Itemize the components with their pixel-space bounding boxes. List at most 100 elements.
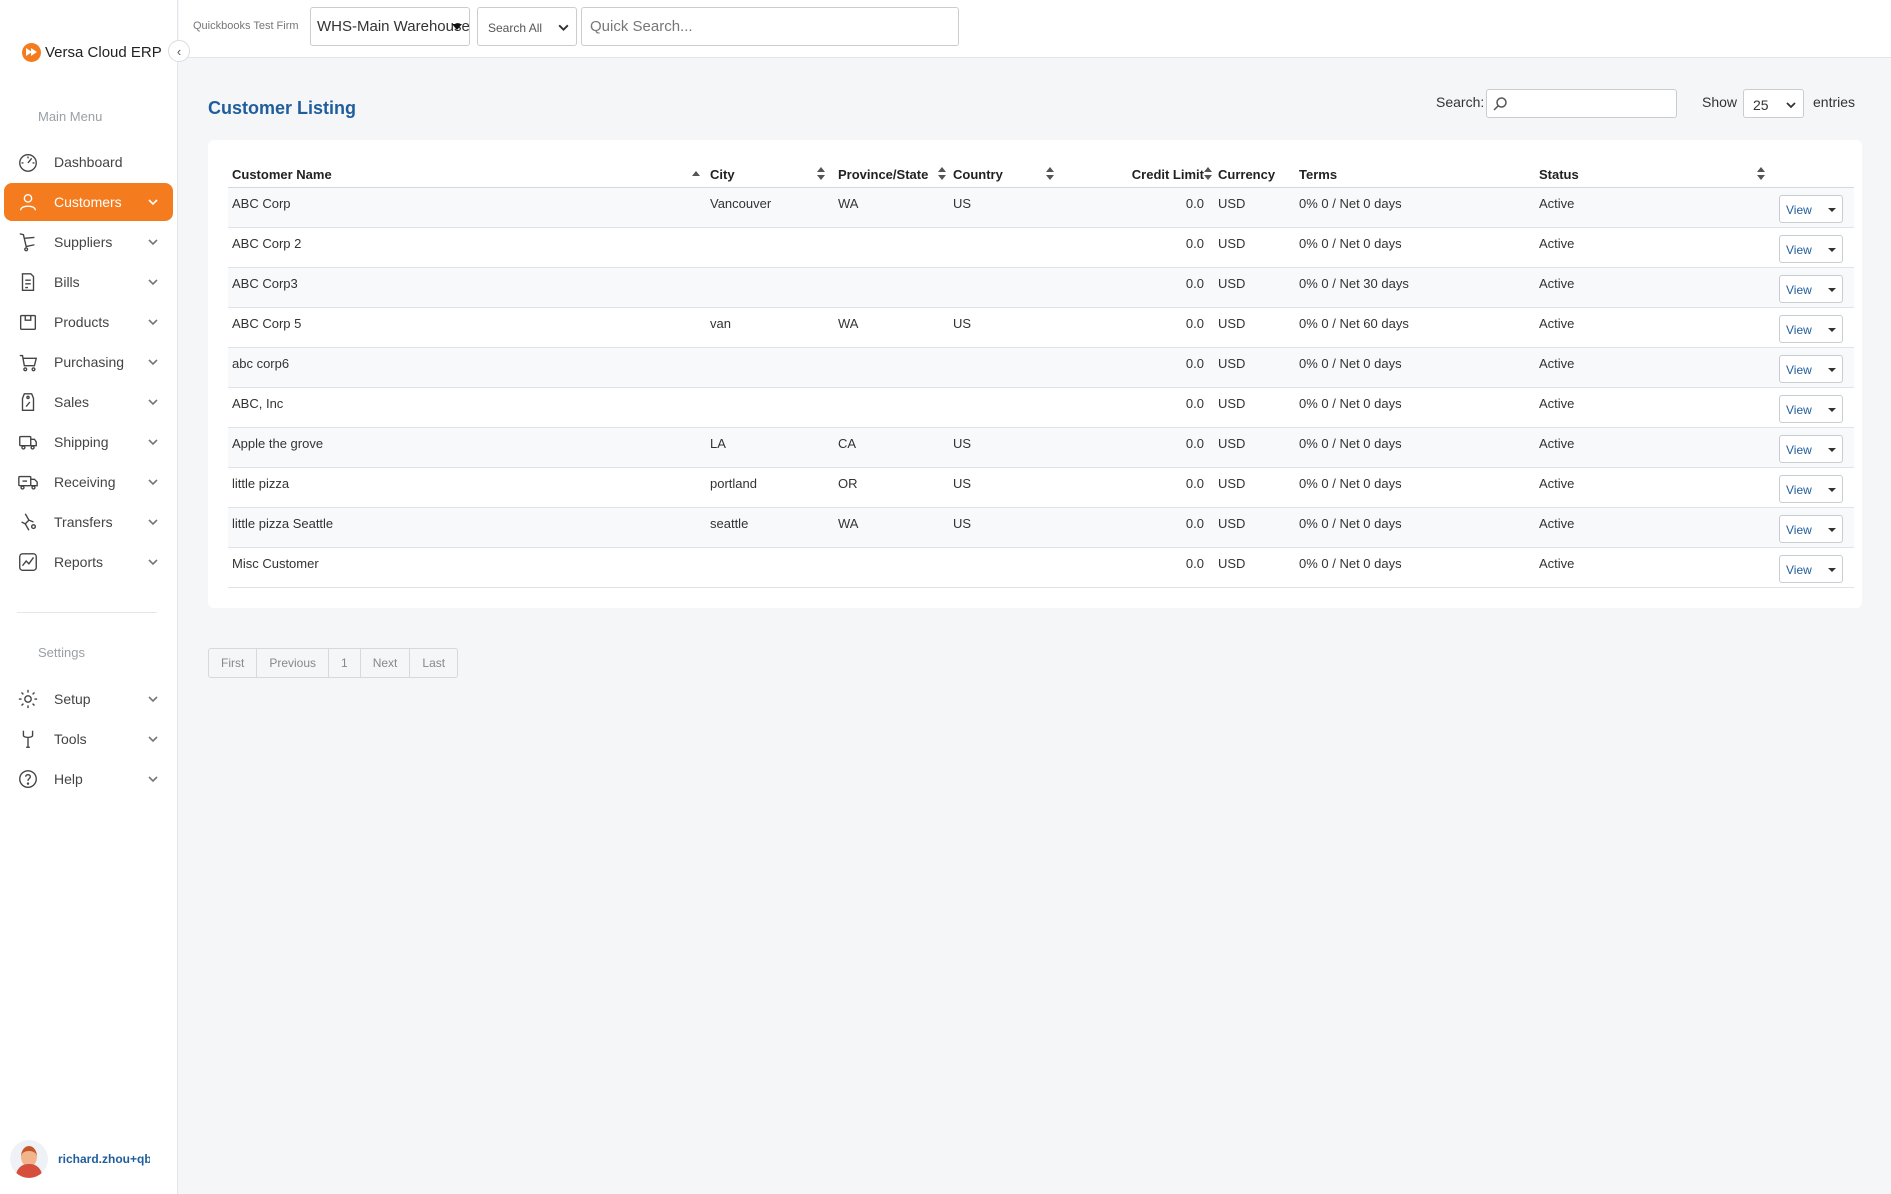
caret-down-icon[interactable] — [1820, 356, 1842, 382]
column-header-credit-limit[interactable]: Credit Limit — [1049, 162, 1214, 188]
chevron-down-icon[interactable] — [147, 515, 159, 527]
sidebar-item-label: Setup — [54, 691, 91, 707]
status-cell: Active — [1535, 547, 1775, 588]
chevron-down-icon[interactable] — [147, 475, 159, 487]
view-button[interactable]: View — [1780, 476, 1820, 502]
column-header-currency[interactable]: Currency — [1214, 162, 1295, 188]
chevron-down-icon[interactable] — [147, 435, 159, 447]
sort-icon — [938, 167, 946, 181]
actions-cell: View — [1775, 467, 1854, 508]
view-button[interactable]: View — [1780, 236, 1820, 262]
chevron-down-icon[interactable] — [147, 355, 159, 367]
pagination-first-button[interactable]: First — [209, 649, 258, 677]
table-row[interactable]: Misc Customer 0.0 USD 0% 0 / Net 0 days Acti… — [228, 547, 1854, 588]
province-state-cell: OR — [834, 467, 949, 508]
table-row[interactable]: abc corp6 0.0 USD 0% 0 / Net 0 days Active Vi… — [228, 347, 1854, 388]
currency-cell: USD — [1214, 427, 1295, 468]
sidebar-item-bills[interactable]: Bills — [4, 263, 173, 301]
quick-search-input[interactable] — [581, 7, 959, 46]
sidebar-item-setup[interactable]: Setup — [4, 680, 173, 718]
chevron-down-icon[interactable] — [147, 235, 159, 247]
province-state-cell — [834, 347, 949, 388]
caret-down-icon[interactable] — [1820, 556, 1842, 582]
sidebar-item-receiving[interactable]: Receiving — [4, 463, 173, 501]
view-button[interactable]: View — [1780, 356, 1820, 382]
city-cell — [706, 387, 834, 428]
caret-down-icon[interactable] — [1820, 516, 1842, 542]
chevron-down-icon[interactable] — [147, 395, 159, 407]
chevron-down-icon[interactable] — [147, 555, 159, 567]
credit-limit-cell: 0.0 — [1049, 267, 1214, 308]
chevron-down-icon[interactable] — [147, 692, 159, 704]
pagination-page-1[interactable]: 1 — [329, 649, 361, 677]
pagination-previous-button[interactable]: Previous — [257, 649, 330, 677]
chevron-down-icon[interactable] — [147, 275, 159, 287]
view-button[interactable]: View — [1780, 556, 1820, 582]
customer-name-cell: little pizza Seattle — [228, 507, 706, 548]
sort-icon — [1204, 167, 1212, 181]
chevron-down-icon[interactable] — [147, 195, 159, 207]
column-label: Status — [1539, 166, 1579, 182]
view-button[interactable]: View — [1780, 196, 1820, 222]
caret-down-icon[interactable] — [1820, 236, 1842, 262]
view-button[interactable]: View — [1780, 436, 1820, 462]
column-header-terms[interactable]: Terms — [1295, 162, 1535, 188]
caret-down-icon[interactable] — [1820, 436, 1842, 462]
view-button[interactable]: View — [1780, 516, 1820, 542]
pagination-next-button[interactable]: Next — [361, 649, 411, 677]
view-button[interactable]: View — [1780, 316, 1820, 342]
sidebar-item-shipping[interactable]: Shipping — [4, 423, 173, 461]
app-logo[interactable]: Versa Cloud ERP — [22, 43, 162, 62]
caret-down-icon[interactable] — [1820, 276, 1842, 302]
sidebar-item-label: Sales — [54, 394, 90, 410]
sidebar-item-purchasing[interactable]: Purchasing — [4, 343, 173, 381]
sidebar-item-tools[interactable]: Tools — [4, 720, 173, 758]
column-label: Customer Name — [232, 166, 332, 182]
pagination-last-button[interactable]: Last — [410, 649, 457, 677]
warehouse-select[interactable]: WHS-Main Warehouse — [310, 7, 470, 46]
shipping-icon — [16, 430, 40, 454]
chevron-down-icon[interactable] — [147, 772, 159, 784]
sidebar-item-help[interactable]: Help — [4, 760, 173, 798]
chevron-down-icon[interactable] — [147, 732, 159, 744]
table-row[interactable]: Apple the grove LA CA US 0.0 USD 0% 0 / Net 0 … — [228, 427, 1854, 468]
sidebar-item-suppliers[interactable]: Suppliers — [4, 223, 173, 261]
table-row[interactable]: little pizza Seattle seattle WA US 0.0 USD 0% … — [228, 507, 1854, 548]
table-row[interactable]: ABC, Inc 0.0 USD 0% 0 / Net 0 days Active Vie… — [228, 387, 1854, 428]
view-button[interactable]: View — [1780, 276, 1820, 302]
sidebar-item-reports[interactable]: Reports — [4, 543, 173, 581]
view-button-group: View — [1779, 354, 1843, 383]
caret-down-icon[interactable] — [1820, 396, 1842, 422]
settings-heading: Settings — [38, 645, 85, 660]
truck-icon — [16, 470, 40, 494]
table-row[interactable]: ABC Corp 5 van WA US 0.0 USD 0% 0 / Net 60 day… — [228, 307, 1854, 348]
sidebar-item-sales[interactable]: Sales — [4, 383, 173, 421]
table-row[interactable]: ABC Corp3 0.0 USD 0% 0 / Net 30 days Active V… — [228, 267, 1854, 308]
column-header-customer-name[interactable]: Customer Name — [228, 162, 706, 188]
sidebar-collapse-button[interactable]: ‹ — [168, 40, 190, 62]
sidebar-item-dashboard[interactable]: Dashboard — [4, 143, 173, 181]
user-profile[interactable]: richard.zhou+qbt — [10, 1140, 150, 1178]
table-search-input[interactable] — [1486, 89, 1677, 118]
caret-down-icon[interactable] — [1820, 476, 1842, 502]
column-header-country[interactable]: Country — [949, 162, 1054, 188]
column-header-province-state[interactable]: Province/State — [834, 162, 949, 188]
table-row[interactable]: ABC Corp Vancouver WA US 0.0 USD 0% 0 / Net 0 … — [228, 187, 1854, 228]
caret-down-icon[interactable] — [1820, 196, 1842, 222]
view-button[interactable]: View — [1780, 396, 1820, 422]
column-label: Terms — [1299, 166, 1338, 182]
column-header-status[interactable]: Status — [1535, 162, 1775, 188]
table-body: ABC Corp Vancouver WA US 0.0 USD 0% 0 / Net 0 … — [228, 187, 1854, 588]
chevron-down-icon[interactable] — [147, 315, 159, 327]
column-header-city[interactable]: City — [706, 162, 834, 188]
sidebar-item-products[interactable]: Products — [4, 303, 173, 341]
search-scope-select[interactable]: Search All — [477, 7, 577, 46]
entries-per-page-select[interactable]: 25 — [1743, 89, 1804, 118]
sidebar-item-label: Customers — [54, 194, 122, 210]
sidebar-item-transfers[interactable]: Transfers — [4, 503, 173, 541]
table-row[interactable]: ABC Corp 2 0.0 USD 0% 0 / Net 0 days Active V… — [228, 227, 1854, 268]
sidebar-item-label: Help — [54, 771, 83, 787]
caret-down-icon[interactable] — [1820, 316, 1842, 342]
sidebar-item-customers[interactable]: Customers — [4, 183, 173, 221]
table-row[interactable]: little pizza portland OR US 0.0 USD 0% 0 / Net… — [228, 467, 1854, 508]
